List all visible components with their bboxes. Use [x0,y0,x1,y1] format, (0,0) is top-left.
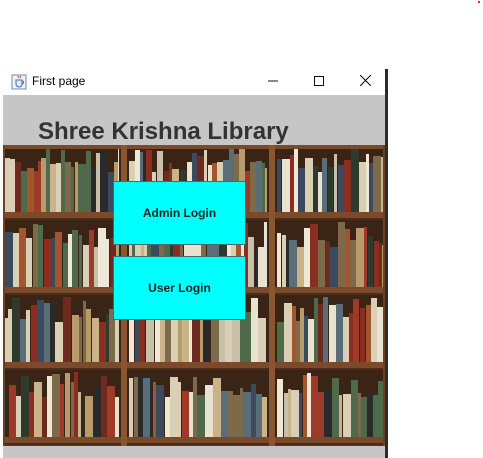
page-title: Shree Krishna Library [38,118,289,145]
close-icon [359,73,371,91]
content-panel: Shree Krishna Library Admin Login User L… [3,95,385,458]
maximize-button[interactable] [296,69,342,95]
user-login-button[interactable]: User Login [113,256,246,320]
close-button[interactable] [342,69,388,95]
admin-login-button[interactable]: Admin Login [113,181,246,245]
window-title: First page [32,74,86,88]
bottom-strip [3,446,385,458]
minimize-icon [268,73,278,91]
stray-red-dot [478,1,480,3]
app-window: First page Shree Krishna Library Admin L… [3,69,388,458]
java-cup-icon [11,74,27,90]
window-titlebar[interactable]: First page [3,69,385,95]
maximize-icon [314,73,324,91]
minimize-button[interactable] [250,69,296,95]
